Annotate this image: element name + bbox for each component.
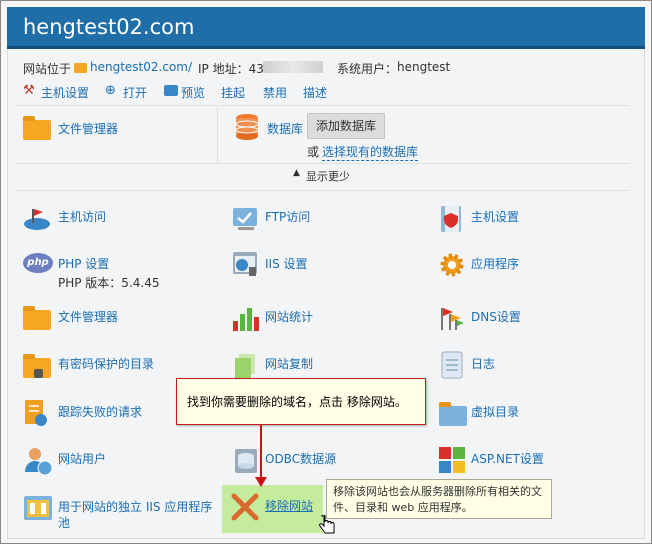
log-icon — [441, 351, 463, 379]
select-existing-db-link[interactable]: 选择现有的数据库 — [322, 143, 419, 161]
wrench-icon: ⚒ — [23, 83, 35, 98]
toolbar-open[interactable]: 打开 — [123, 84, 147, 101]
iis-app-pool-link-wrap[interactable]: 池 — [58, 514, 70, 531]
ftp-icon — [232, 206, 260, 232]
file-manager-link[interactable]: 文件管理器 — [58, 308, 118, 325]
site-copy-icon — [234, 353, 256, 379]
iis-settings-link[interactable]: IIS 设置 — [265, 255, 308, 272]
apps-link[interactable]: 应用程序 — [471, 255, 519, 272]
failed-requests-icon — [23, 399, 49, 427]
tooltip-text: 移除该网站也会从服务器删除所有相关的文件、目录和 web 应用程序。 — [333, 485, 542, 514]
host-access-link[interactable]: 主机访问 — [58, 208, 106, 225]
system-user-label: 系统用户： — [337, 62, 398, 76]
host-settings-icon — [439, 205, 465, 233]
dns-icon — [439, 304, 465, 332]
aspnet-settings-link[interactable]: ASP.NET设置 — [471, 450, 544, 467]
logs-link[interactable]: 日志 — [471, 355, 495, 372]
ip-redacted — [263, 61, 323, 73]
remove-site-link[interactable]: 移除网站 — [265, 497, 313, 514]
failed-requests-link[interactable]: 跟踪失败的请求 — [58, 403, 142, 420]
instruction-callout: 找到你需要删除的域名，点击 移除网站。 — [176, 378, 426, 425]
callout-arrowhead — [255, 477, 267, 487]
site-title: hengtest02.com — [23, 15, 195, 39]
folder-icon — [23, 116, 51, 140]
odbc-icon — [234, 446, 258, 476]
toolbar-describe[interactable]: 描述 — [303, 84, 327, 101]
divider — [16, 163, 630, 164]
virtual-dirs-link[interactable]: 虚拟目录 — [471, 403, 519, 420]
php-version: PHP 版本：5.4.45 — [58, 276, 160, 290]
folder-icon — [23, 306, 51, 330]
iis-settings-icon — [232, 250, 260, 278]
site-path-link[interactable]: hengtest02.com/ — [90, 60, 192, 74]
php-icon: php — [23, 253, 53, 273]
add-database-button[interactable]: 添加数据库 — [307, 113, 386, 139]
site-header: hengtest02.com — [7, 7, 645, 49]
chart-icon — [232, 304, 260, 332]
aspnet-icon — [439, 447, 465, 473]
database-icon — [235, 113, 259, 141]
odbc-link[interactable]: ODBC数据源 — [265, 450, 336, 467]
toolbar-preview[interactable]: 预览 — [181, 84, 205, 101]
app-pool-icon — [23, 495, 53, 521]
toolbar-suspend[interactable]: 挂起 — [221, 84, 245, 101]
dns-settings-link[interactable]: DNS设置 — [471, 308, 521, 325]
site-copy-link[interactable]: 网站复制 — [265, 355, 313, 372]
remove-site-tooltip: 移除该网站也会从服务器删除所有相关的文件、目录和 web 应用程序。 — [326, 479, 552, 519]
divider — [217, 107, 218, 163]
host-settings-link[interactable]: 主机设置 — [471, 208, 519, 225]
virtual-folder-icon — [439, 402, 467, 426]
callout-arrow — [260, 425, 262, 483]
divider — [16, 105, 630, 106]
callout-text: 找到你需要删除的域名，点击 移除网站。 — [187, 395, 407, 409]
remove-x-icon — [229, 491, 261, 523]
host-access-icon — [23, 207, 51, 231]
folder-icon — [74, 63, 87, 73]
hand-cursor-icon — [318, 514, 336, 537]
window: hengtest02.com 网站位于 hengtest02.com/ IP 地… — [0, 0, 652, 544]
top-file-manager-link[interactable]: 文件管理器 — [58, 120, 118, 137]
site-location-label: 网站位于 — [23, 62, 72, 76]
iis-app-pool-link[interactable]: 用于网站的独立 IIS 应用程序 — [58, 498, 212, 515]
database-link[interactable]: 数据库 — [267, 120, 303, 137]
show-less-toggle[interactable]: 显示更少 — [306, 168, 350, 184]
php-settings-link[interactable]: PHP 设置 — [58, 255, 109, 272]
or-text: 或 — [307, 145, 320, 159]
ftp-access-link[interactable]: FTP访问 — [265, 208, 310, 225]
system-user: hengtest — [397, 60, 451, 74]
preview-icon — [164, 85, 178, 96]
divider — [16, 190, 630, 191]
web-users-link[interactable]: 网站用户 — [58, 450, 106, 467]
toolbar-disable[interactable]: 禁用 — [263, 84, 287, 101]
lock-icon — [34, 369, 43, 378]
gear-icon — [439, 252, 465, 278]
open-icon: ⊕ — [105, 83, 116, 98]
web-users-icon — [23, 446, 53, 476]
toolbar-host-settings[interactable]: 主机设置 — [41, 84, 89, 101]
chevron-up-icon: ▲ — [293, 168, 300, 178]
site-stats-link[interactable]: 网站统计 — [265, 308, 313, 325]
protected-dirs-link[interactable]: 有密码保护的目录 — [58, 355, 154, 372]
ip-label: IP 地址：43. — [198, 62, 268, 76]
